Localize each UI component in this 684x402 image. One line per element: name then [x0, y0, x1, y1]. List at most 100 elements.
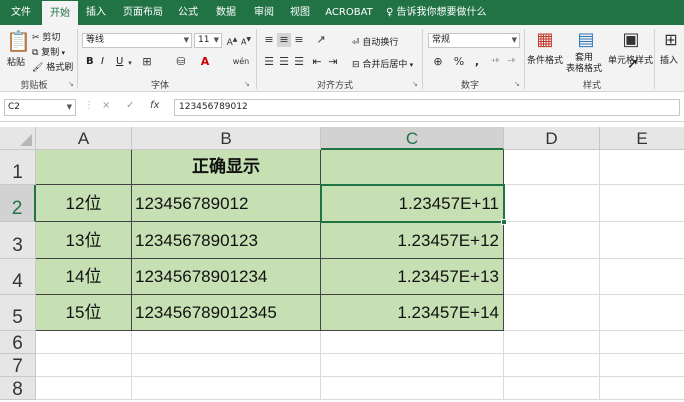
- cell-c7[interactable]: [321, 354, 504, 377]
- table-format-button[interactable]: 套用 表格格式: [566, 53, 602, 75]
- cell-e5[interactable]: [600, 295, 684, 331]
- orientation-icon[interactable]: ↗: [312, 33, 330, 47]
- cell-c4[interactable]: 1.23457E+13: [321, 259, 504, 295]
- cell-e4[interactable]: [600, 259, 684, 295]
- wrap-text-button[interactable]: ⏎ 自动换行: [352, 35, 398, 48]
- table-format-icon[interactable]: ▤: [575, 29, 597, 51]
- paste-button[interactable]: 粘贴: [7, 55, 25, 68]
- tab-home[interactable]: 开始: [42, 1, 78, 25]
- copy-button[interactable]: ⧉ 复制 ▾: [32, 45, 65, 58]
- column-header-d[interactable]: D: [504, 127, 600, 150]
- cell-d6[interactable]: [504, 331, 600, 354]
- cell-b8[interactable]: [132, 377, 321, 400]
- cell-a1[interactable]: [36, 150, 132, 185]
- name-box[interactable]: C2 ▼: [4, 99, 76, 116]
- cell-d3[interactable]: [504, 222, 600, 259]
- cell-c2[interactable]: 1.23457E+11: [321, 185, 504, 222]
- comma-button[interactable]: ,: [470, 55, 484, 69]
- cell-e8[interactable]: [600, 377, 684, 400]
- cell-b5[interactable]: 123456789012345: [132, 295, 321, 331]
- cell-b4[interactable]: 12345678901234: [132, 259, 321, 295]
- percent-button[interactable]: %: [452, 55, 466, 69]
- decrease-indent-icon[interactable]: ⇤: [310, 55, 324, 69]
- currency-icon[interactable]: ⊕: [430, 55, 446, 69]
- cell-d1[interactable]: [504, 150, 600, 185]
- cell-b3[interactable]: 1234567890123: [132, 222, 321, 259]
- tab-formulas[interactable]: 公式: [172, 0, 204, 25]
- tab-view[interactable]: 视图: [284, 0, 316, 25]
- borders-icon[interactable]: ⊞: [140, 55, 154, 69]
- paste-icon[interactable]: 📋: [6, 29, 31, 53]
- grow-font-icon[interactable]: A▲: [226, 33, 238, 50]
- font-size-select[interactable]: 11 ▼: [194, 33, 222, 48]
- align-center-icon[interactable]: ☰: [277, 55, 291, 69]
- tab-file[interactable]: 文件: [2, 0, 40, 25]
- font-launcher-icon[interactable]: ↘: [244, 80, 250, 88]
- row-header-2[interactable]: 2: [0, 185, 36, 222]
- cell-e1[interactable]: [600, 150, 684, 185]
- row-header-4[interactable]: 4: [0, 259, 36, 295]
- align-bottom-icon[interactable]: ≡: [292, 33, 306, 47]
- select-all-corner[interactable]: [0, 127, 36, 150]
- align-right-icon[interactable]: ☰: [292, 55, 306, 69]
- number-format-select[interactable]: 常规 ▼: [428, 33, 520, 48]
- cell-a8[interactable]: [36, 377, 132, 400]
- decrease-decimal-icon[interactable]: ⁻⁰: [504, 55, 518, 69]
- cell-a7[interactable]: [36, 354, 132, 377]
- cell-e2[interactable]: [600, 185, 684, 222]
- cell-a6[interactable]: [36, 331, 132, 354]
- column-header-a[interactable]: A: [36, 127, 132, 150]
- cell-e3[interactable]: [600, 222, 684, 259]
- format-painter-button[interactable]: 🖌 格式刷: [32, 60, 73, 73]
- phonetic-guide-icon[interactable]: wén: [230, 55, 252, 69]
- fill-handle[interactable]: [501, 219, 507, 225]
- italic-button[interactable]: I: [101, 56, 104, 67]
- cell-b6[interactable]: [132, 331, 321, 354]
- cell-d8[interactable]: [504, 377, 600, 400]
- cell-a4[interactable]: 14位: [36, 259, 132, 295]
- merge-center-button[interactable]: ⊟ 合并后居中 ▾: [352, 57, 413, 70]
- cell-b2[interactable]: 123456789012: [132, 185, 321, 222]
- tab-insert[interactable]: 插入: [80, 0, 112, 25]
- tab-data[interactable]: 数据: [210, 0, 242, 25]
- row-header-6[interactable]: 6: [0, 331, 36, 354]
- bold-button[interactable]: B: [86, 56, 94, 67]
- row-header-7[interactable]: 7: [0, 354, 36, 377]
- cell-a5[interactable]: 15位: [36, 295, 132, 331]
- cell-c1[interactable]: [321, 150, 504, 185]
- cell-c3[interactable]: 1.23457E+12: [321, 222, 504, 259]
- enter-icon[interactable]: ✓: [126, 100, 134, 111]
- cell-a3[interactable]: 13位: [36, 222, 132, 259]
- insert-function-icon[interactable]: fx: [150, 100, 159, 111]
- tab-page-layout[interactable]: 页面布局: [118, 0, 168, 25]
- cell-e7[interactable]: [600, 354, 684, 377]
- column-header-c[interactable]: C: [321, 127, 504, 150]
- tell-me-box[interactable]: ♀ 告诉我你想要做什么: [386, 0, 487, 25]
- chevron-down-icon[interactable]: ▾: [126, 56, 134, 70]
- conditional-format-icon[interactable]: ▦: [534, 29, 556, 51]
- cell-c6[interactable]: [321, 331, 504, 354]
- clipboard-launcher-icon[interactable]: ↘: [68, 80, 74, 88]
- formula-input[interactable]: 123456789012: [174, 99, 680, 116]
- cell-b1[interactable]: 正确显示: [132, 150, 321, 185]
- tab-review[interactable]: 审阅: [248, 0, 280, 25]
- cell-a2[interactable]: 12位: [36, 185, 132, 222]
- cancel-icon[interactable]: ×: [102, 100, 110, 111]
- cut-button[interactable]: ✂ 剪切: [32, 30, 60, 43]
- insert-cells-icon[interactable]: ⊞: [662, 29, 680, 51]
- align-middle-icon[interactable]: ≡: [277, 33, 291, 47]
- cell-d7[interactable]: [504, 354, 600, 377]
- cell-e6[interactable]: [600, 331, 684, 354]
- cell-d5[interactable]: [504, 295, 600, 331]
- cell-d4[interactable]: [504, 259, 600, 295]
- insert-cells-button[interactable]: 插入: [660, 53, 678, 66]
- increase-indent-icon[interactable]: ⇥: [326, 55, 340, 69]
- conditional-format-button[interactable]: 条件格式: [527, 53, 563, 66]
- row-header-3[interactable]: 3: [0, 222, 36, 259]
- alignment-launcher-icon[interactable]: ↘: [412, 80, 418, 88]
- underline-button[interactable]: U: [116, 56, 123, 67]
- number-launcher-icon[interactable]: ↘: [514, 80, 520, 88]
- cell-c5[interactable]: 1.23457E+14: [321, 295, 504, 331]
- font-color-icon[interactable]: A: [198, 55, 212, 69]
- font-name-select[interactable]: 等线 ▼: [82, 33, 192, 48]
